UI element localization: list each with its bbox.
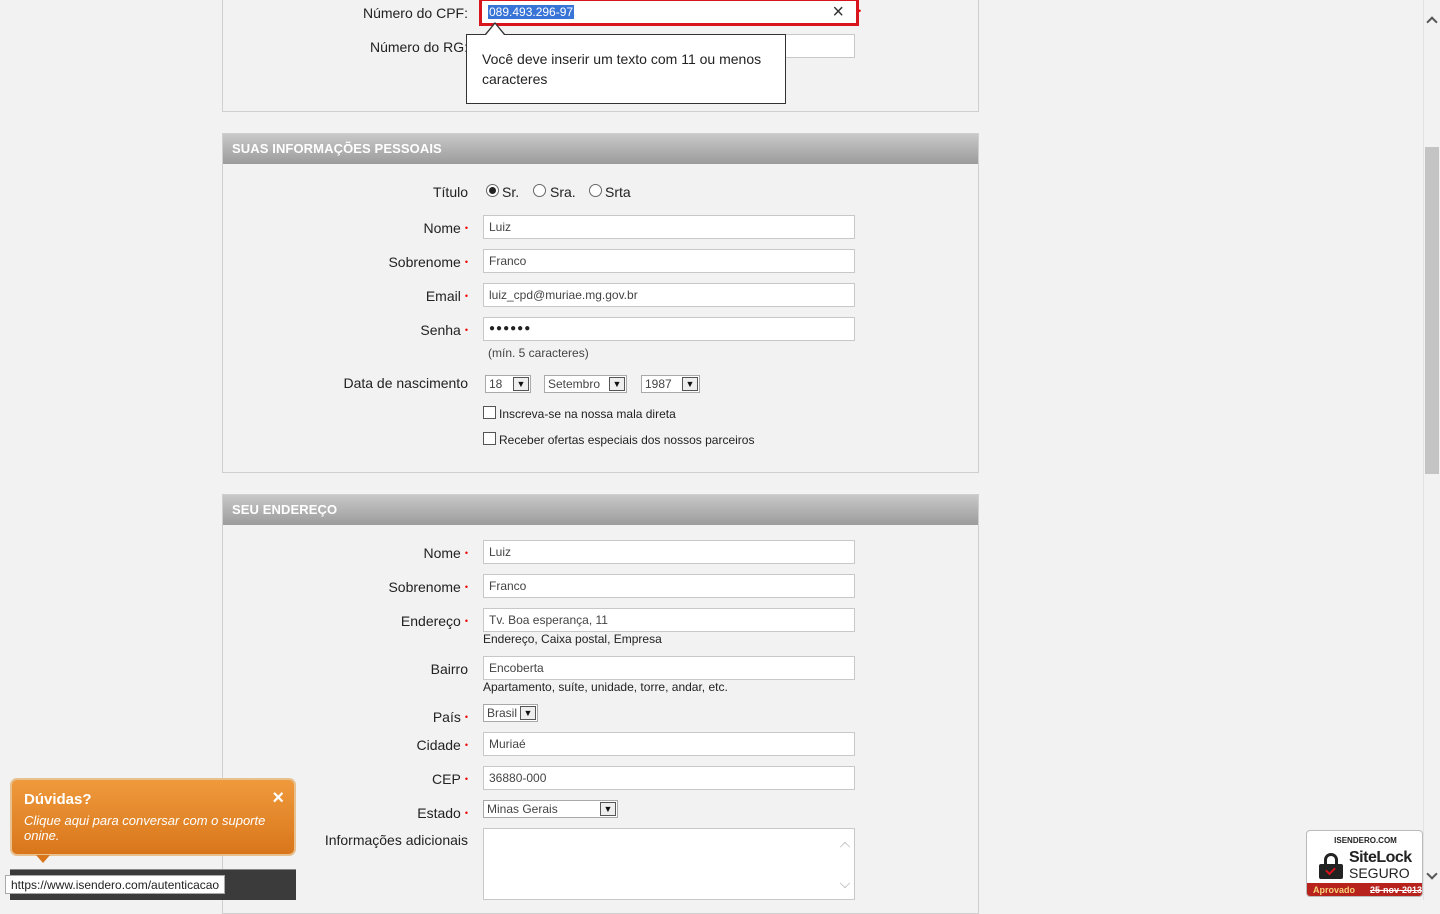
email-label: Email •	[425, 288, 468, 304]
close-icon[interactable]: ×	[272, 788, 284, 808]
cpf-required-marker: •	[858, 6, 862, 16]
cpf-label: Número do CPF:	[362, 5, 468, 21]
chevron-down-icon: ▼	[609, 377, 625, 391]
chevron-up-icon[interactable]	[839, 841, 851, 853]
last-name-input[interactable]: Franco	[483, 249, 855, 273]
addr-last-name-label: Sobrenome •	[388, 579, 468, 595]
address-header: SEU ENDEREÇO	[223, 495, 978, 525]
addr-first-name-label: Nome •	[423, 545, 468, 561]
password-input[interactable]: ●●●●●●	[483, 317, 855, 341]
status-url: https://www.isendero.com/autenticacao	[5, 875, 226, 894]
birth-month-value: Setembro	[548, 377, 601, 391]
country-select[interactable]: Brasil ▼	[483, 704, 538, 722]
zip-input[interactable]: 36880-000	[483, 766, 855, 790]
cpf-field[interactable]: 089.493.296-97 ×	[479, 0, 859, 26]
error-tooltip: Você deve inserir um texto com 11 ou men…	[466, 34, 786, 104]
scrollbar[interactable]	[1423, 0, 1440, 900]
birth-date-label: Data de nascimento	[343, 375, 468, 391]
city-input[interactable]: Muriaé	[483, 732, 855, 756]
chevron-down-icon[interactable]	[839, 877, 851, 889]
sitelock-date: 25-nov-2013	[1369, 885, 1422, 895]
chat-bubble-pointer	[36, 855, 50, 863]
chevron-down-icon: ▼	[520, 706, 536, 720]
password-hint: (mín. 5 caracteres)	[488, 346, 589, 360]
chat-title: Dúvidas?	[24, 791, 92, 808]
birth-day-select[interactable]: 18 ▼	[485, 375, 531, 393]
title-option-sra: Sra.	[550, 184, 576, 200]
email-label-text: Email	[425, 288, 461, 304]
addr-last-name-label-text: Sobrenome	[388, 579, 461, 595]
country-label: País •	[432, 709, 468, 725]
state-value: Minas Gerais	[487, 802, 558, 816]
sitelock-approval-bar: Aprovado 25-nov-2013	[1307, 883, 1422, 896]
clear-icon[interactable]: ×	[832, 1, 844, 23]
chevron-down-icon: ▼	[682, 377, 698, 391]
street-label-text: Endereço	[400, 613, 461, 629]
city-label-text: Cidade	[416, 737, 461, 753]
title-radio-sra[interactable]	[533, 184, 546, 197]
chevron-down-icon: ▼	[600, 802, 616, 816]
addr-first-name-input[interactable]: Luiz	[483, 540, 855, 564]
chevron-down-icon: ▼	[513, 377, 529, 391]
error-tooltip-text: Você deve inserir um texto com 11 ou men…	[482, 51, 762, 87]
birth-year-value: 1987	[645, 377, 672, 391]
country-value: Brasil	[487, 706, 518, 720]
first-name-label: Nome •	[423, 220, 468, 236]
addr-last-name-input[interactable]: Franco	[483, 574, 855, 598]
state-label-text: Estado	[417, 805, 461, 821]
partner-offers-checkbox[interactable]	[483, 432, 496, 445]
email-input[interactable]: luiz_cpd@muriae.mg.gov.br	[483, 283, 855, 307]
chat-bubble[interactable]: Dúvidas? × Clique aqui para conversar co…	[10, 778, 296, 856]
country-label-text: País	[432, 709, 461, 725]
additional-info-textarea[interactable]	[483, 828, 855, 900]
street-label: Endereço •	[400, 613, 468, 629]
state-select[interactable]: Minas Gerais ▼	[483, 800, 618, 818]
last-name-label-text: Sobrenome	[388, 254, 461, 270]
street-hint: Endereço, Caixa postal, Empresa	[483, 632, 662, 646]
district-label: Bairro	[430, 661, 468, 677]
zip-label-text: CEP	[432, 771, 461, 787]
title-label: Título	[432, 184, 468, 200]
street-input[interactable]: Tv. Boa esperança, 11	[483, 608, 855, 632]
sitelock-badge[interactable]: ISENDERO.COM SiteLock SEGURO Aprovado 25…	[1306, 830, 1423, 897]
addr-first-name-label-text: Nome	[423, 545, 461, 561]
first-name-input[interactable]: Luiz	[483, 215, 855, 239]
partner-offers-label: Receber ofertas especiais dos nossos par…	[499, 433, 755, 447]
first-name-label-text: Nome	[423, 220, 461, 236]
title-option-srta: Srta	[605, 184, 631, 200]
title-option-sr: Sr.	[502, 184, 520, 200]
birth-year-select[interactable]: 1987 ▼	[641, 375, 700, 393]
title-radio-sr[interactable]	[486, 184, 499, 197]
rg-label: Número do RG:	[369, 39, 468, 55]
district-hint: Apartamento, suíte, unidade, torre, anda…	[483, 680, 728, 694]
cpf-value: 089.493.296-97	[488, 5, 575, 19]
district-input[interactable]: Encoberta	[483, 656, 855, 680]
chat-message: Clique aqui para conversar com o suporte…	[24, 813, 266, 843]
sitelock-domain: ISENDERO.COM	[1334, 836, 1397, 845]
title-radio-srta[interactable]	[589, 184, 602, 197]
chevron-up-icon[interactable]	[1426, 16, 1438, 28]
newsletter-checkbox[interactable]	[483, 406, 496, 419]
scrollbar-thumb[interactable]	[1425, 147, 1439, 474]
birth-month-select[interactable]: Setembro ▼	[544, 375, 627, 393]
last-name-label: Sobrenome •	[388, 254, 468, 270]
tooltip-pointer-fill	[486, 24, 504, 35]
password-label: Senha •	[420, 322, 468, 338]
personal-info-header: SUAS INFORMAÇÕES PESSOAIS	[223, 134, 978, 164]
chevron-down-icon[interactable]	[1426, 868, 1438, 880]
sitelock-approved: Aprovado	[1313, 885, 1356, 895]
newsletter-label: Inscreva-se na nossa mala direta	[499, 407, 676, 421]
birth-day-value: 18	[489, 377, 503, 391]
lock-icon	[1319, 853, 1343, 879]
city-label: Cidade •	[416, 737, 468, 753]
password-label-text: Senha	[420, 322, 461, 338]
sitelock-secure: SEGURO	[1349, 865, 1410, 881]
